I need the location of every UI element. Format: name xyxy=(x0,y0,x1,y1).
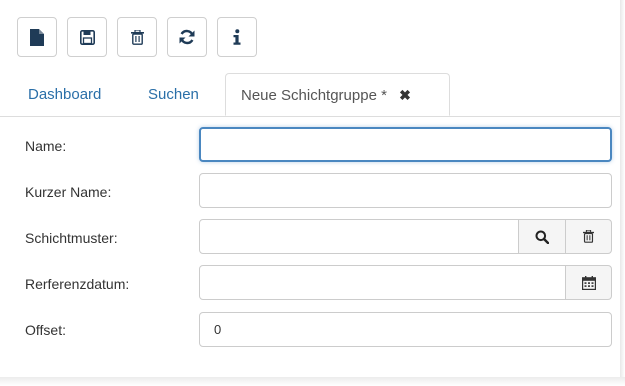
tab-dashboard[interactable]: Dashboard xyxy=(28,73,101,116)
info-button[interactable] xyxy=(217,17,257,57)
tab-label: Neue Schichtgruppe * xyxy=(241,87,387,104)
save-button[interactable] xyxy=(67,17,107,57)
panel-shadow xyxy=(620,0,625,386)
shift-pattern-clear-button[interactable] xyxy=(565,219,612,254)
name-label: Name: xyxy=(25,138,67,154)
shift-pattern-label: Schichtmuster: xyxy=(25,230,118,246)
delete-button[interactable] xyxy=(117,17,157,57)
calendar-icon xyxy=(581,275,596,290)
tab-suchen[interactable]: Suchen xyxy=(148,73,199,116)
tab-label: Suchen xyxy=(148,86,199,103)
refresh-button[interactable] xyxy=(167,17,207,57)
short-name-input[interactable] xyxy=(199,173,612,208)
offset-input[interactable]: 0 xyxy=(199,312,612,347)
refresh-icon xyxy=(179,29,195,45)
floppy-disk-icon xyxy=(79,29,95,45)
file-icon xyxy=(30,28,44,46)
trash-icon xyxy=(130,29,144,45)
reference-date-calendar-button[interactable] xyxy=(565,265,612,300)
reference-date-label: Rerferenzdatum: xyxy=(25,276,130,292)
new-button[interactable] xyxy=(17,17,57,57)
search-icon xyxy=(535,230,549,244)
tab-bar: Dashboard Suchen Neue Schichtgruppe * ✖ xyxy=(0,73,620,117)
reference-date-input[interactable] xyxy=(199,265,566,300)
main-panel: Dashboard Suchen Neue Schichtgruppe * ✖ … xyxy=(0,0,625,386)
tab-neue-schichtgruppe[interactable]: Neue Schichtgruppe * ✖ xyxy=(225,73,450,116)
shift-pattern-search-button[interactable] xyxy=(518,219,566,254)
tab-label: Dashboard xyxy=(28,86,102,103)
name-input[interactable] xyxy=(199,127,612,162)
panel-shadow xyxy=(0,377,625,386)
close-icon[interactable]: ✖ xyxy=(399,74,411,117)
toolbar xyxy=(0,0,620,64)
shift-pattern-input[interactable] xyxy=(199,219,519,254)
offset-label: Offset: xyxy=(25,322,66,338)
trash-icon xyxy=(583,230,594,243)
short-name-label: Kurzer Name: xyxy=(25,184,112,200)
info-icon xyxy=(233,29,241,45)
